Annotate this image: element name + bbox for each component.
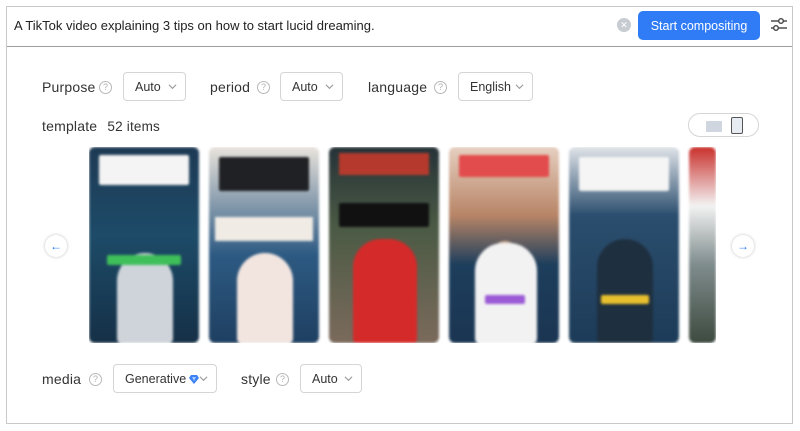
template-card-banner (107, 255, 181, 265)
template-card[interactable] (209, 147, 319, 343)
portrait-view-icon[interactable] (731, 117, 743, 134)
template-count: 52 items (107, 119, 161, 134)
template-card-caption (459, 155, 549, 177)
chevron-down-icon (168, 84, 177, 90)
purpose-value: Auto (135, 79, 161, 94)
composer-panel: A TikTok video explaining 3 tips on how … (6, 6, 793, 424)
language-help-icon[interactable]: ? (434, 81, 447, 94)
sliders-icon[interactable] (770, 16, 788, 34)
style-label: style (241, 371, 271, 387)
chevron-down-icon (515, 84, 524, 90)
template-card[interactable] (329, 147, 439, 343)
template-label: template 52 items (42, 118, 160, 134)
landscape-view-icon[interactable] (706, 121, 722, 132)
media-select[interactable]: Generative (113, 364, 217, 393)
purpose-label: Purpose (42, 79, 96, 95)
template-card-presenter (353, 239, 417, 343)
media-help-icon[interactable]: ? (89, 373, 102, 386)
template-card[interactable] (569, 147, 679, 343)
template-card-caption (219, 157, 309, 191)
period-select[interactable]: Auto (280, 72, 343, 101)
template-card-caption (339, 203, 429, 227)
template-card-caption (579, 157, 669, 191)
template-card-banner (601, 295, 649, 304)
template-label-text: template (42, 118, 98, 134)
view-mode-toggle[interactable] (688, 113, 759, 137)
style-value: Auto (312, 371, 338, 386)
chevron-down-icon (344, 376, 353, 382)
purpose-select[interactable]: Auto (123, 72, 186, 101)
language-select[interactable]: English (458, 72, 533, 101)
period-help-icon[interactable]: ? (257, 81, 270, 94)
template-card-presenter (597, 239, 653, 343)
language-value: English (470, 79, 511, 94)
template-card-banner (339, 153, 429, 175)
style-help-icon[interactable]: ? (276, 373, 289, 386)
style-select[interactable]: Auto (300, 364, 362, 393)
prompt-input[interactable]: A TikTok video explaining 3 tips on how … (14, 18, 375, 33)
period-value: Auto (292, 79, 318, 94)
carousel-next-arrow-icon[interactable]: → (732, 235, 754, 257)
media-value: Generative (125, 371, 187, 386)
language-label: language (368, 79, 428, 95)
start-compositing-button[interactable]: Start compositing (638, 11, 760, 40)
purpose-help-icon[interactable]: ? (99, 81, 112, 94)
template-card-presenter (117, 253, 173, 343)
template-card-presenter (475, 243, 537, 343)
chevron-down-icon (325, 84, 334, 90)
carousel-prev-arrow-icon[interactable]: ← (45, 235, 67, 257)
template-card-banner (485, 295, 525, 304)
template-card[interactable] (689, 147, 716, 343)
period-label: period (210, 79, 251, 95)
media-label: media (42, 371, 82, 387)
template-card[interactable] (449, 147, 559, 343)
clear-icon[interactable]: ✕ (617, 18, 631, 32)
template-card-banner (215, 217, 313, 241)
diamond-icon (189, 374, 200, 384)
chevron-down-icon (199, 376, 208, 382)
template-carousel (89, 147, 716, 343)
template-card-caption (99, 155, 189, 185)
template-card[interactable] (89, 147, 199, 343)
prompt-bar: A TikTok video explaining 3 tips on how … (7, 7, 792, 47)
template-card-presenter (237, 253, 293, 343)
